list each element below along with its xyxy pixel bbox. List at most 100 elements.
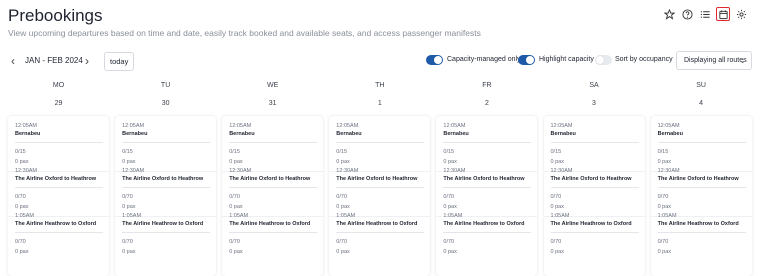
pax-count: 0 pax bbox=[122, 159, 136, 165]
departure-time: 12:30AM bbox=[550, 168, 573, 174]
prev-arrow-icon[interactable]: ‹ bbox=[8, 54, 18, 68]
departure-time: 12:05AM bbox=[229, 123, 252, 129]
departure-route: Bernabeu bbox=[443, 131, 469, 137]
entry-divider bbox=[229, 142, 318, 143]
seat-count: 0/15 bbox=[229, 149, 240, 155]
departure-time: 12:05AM bbox=[122, 123, 145, 129]
capacity-managed-toggle[interactable] bbox=[426, 55, 443, 65]
day-column: TH 1 12:05AM Bernabeu 0/15 0 pax 12:30AM The Ai… bbox=[329, 82, 431, 276]
departure-route: The Airline Oxford to Heathrow bbox=[15, 176, 97, 182]
next-arrow-icon[interactable]: › bbox=[82, 54, 92, 68]
departure-entry[interactable]: 12:30AM The Airline Oxford to Heathrow 0/7… bbox=[222, 168, 324, 217]
entry-divider bbox=[443, 142, 532, 143]
help-icon[interactable] bbox=[680, 7, 694, 21]
day-column: SA 3 12:05AM Bernabeu 0/15 0 pax 12:30AM The Ai… bbox=[543, 82, 645, 276]
pax-count: 0 pax bbox=[336, 249, 350, 255]
departure-route: The Airline Oxford to Heathrow bbox=[657, 176, 739, 182]
departure-route: The Airline Heathrow to Oxford bbox=[15, 221, 97, 227]
pax-count: 0 pax bbox=[229, 249, 243, 255]
entry-divider bbox=[550, 187, 639, 188]
seat-count: 0/70 bbox=[657, 239, 669, 245]
seat-count: 0/70 bbox=[443, 239, 455, 245]
entry-divider bbox=[15, 187, 103, 188]
departure-entry[interactable]: 12:30AM The Airline Oxford to Heathrow 0/7… bbox=[543, 168, 645, 217]
entry-divider bbox=[657, 187, 746, 188]
departure-entry[interactable]: 1:05AM The Airline Heathrow to Oxford 0/70… bbox=[336, 213, 425, 255]
entry-divider bbox=[550, 142, 639, 143]
day-column: TU 30 12:05AM Bernabeu 0/15 0 pax 12:30AM The A… bbox=[115, 82, 217, 276]
departure-entry[interactable]: 1:05AM The Airline Heathrow to Oxford 0/70… bbox=[15, 213, 103, 255]
pax-count: 0 pax bbox=[657, 204, 672, 210]
departure-time: 12:05AM bbox=[550, 123, 573, 129]
chevron-down-icon: ⌄ bbox=[739, 56, 746, 65]
departure-time: 1:05AM bbox=[657, 213, 677, 219]
departure-entry[interactable]: 12:05AM Bernabeu 0/15 0 pax bbox=[115, 123, 217, 172]
date-range-label: JAN - FEB 2024 bbox=[25, 56, 83, 65]
routes-select[interactable]: Displaying all routes ⌄ bbox=[676, 51, 752, 70]
day-column: FR 2 12:05AM Bernabeu 0/15 0 pax 12:30AM The Ai… bbox=[436, 82, 538, 276]
today-button[interactable]: today bbox=[104, 52, 135, 71]
pax-count: 0 pax bbox=[657, 159, 672, 165]
sort-by-occupancy-label: Sort by occupancy bbox=[615, 56, 673, 63]
pax-count: 0 pax bbox=[550, 159, 564, 165]
departure-route: Bernabeu bbox=[122, 131, 148, 137]
departure-entry[interactable]: 1:05AM The Airline Heathrow to Oxford 0/70… bbox=[657, 213, 746, 255]
departure-entry[interactable]: 12:05AM Bernabeu 0/15 0 pax bbox=[436, 123, 538, 172]
departure-time: 1:05AM bbox=[443, 213, 463, 219]
departure-entry[interactable]: 12:05AM Bernabeu 0/15 0 pax bbox=[543, 123, 645, 172]
gear-icon[interactable] bbox=[734, 7, 748, 21]
entry-divider bbox=[443, 187, 532, 188]
departure-entry[interactable]: 12:30AM The Airline Oxford to Heathrow 0/7… bbox=[436, 168, 538, 217]
capacity-managed-label: Capacity-managed only bbox=[447, 56, 521, 63]
entry-divider bbox=[122, 187, 211, 188]
departure-entry[interactable]: 12:05AM Bernabeu 0/15 0 pax bbox=[329, 123, 431, 172]
day-card: 12:05AM Bernabeu 0/15 0 pax 12:30AM The Airli… bbox=[650, 116, 752, 276]
departure-entry[interactable]: 1:05AM The Airline Heathrow to Oxford 0/70… bbox=[550, 213, 639, 255]
departure-route: The Airline Heathrow to Oxford bbox=[550, 221, 632, 227]
departure-entry[interactable]: 12:05AM Bernabeu 0/15 0 pax bbox=[8, 123, 109, 172]
seat-count: 0/70 bbox=[550, 194, 562, 200]
departure-entry[interactable]: 12:30AM The Airline Oxford to Heathrow 0/7… bbox=[115, 168, 217, 217]
entry-divider bbox=[657, 142, 746, 143]
departure-entry[interactable]: 12:30AM The Airline Oxford to Heathrow 0/7… bbox=[8, 168, 109, 217]
seat-count: 0/15 bbox=[122, 149, 133, 155]
departure-entry[interactable]: 1:05AM The Airline Heathrow to Oxford 0/70… bbox=[122, 213, 211, 255]
star-icon[interactable] bbox=[662, 7, 676, 21]
pax-count: 0 pax bbox=[229, 159, 243, 165]
seat-count: 0/70 bbox=[336, 239, 348, 245]
seat-count: 0/70 bbox=[657, 194, 669, 200]
entry-divider bbox=[122, 142, 211, 143]
sort-by-occupancy-toggle[interactable] bbox=[595, 55, 612, 65]
departure-time: 12:05AM bbox=[443, 123, 466, 129]
list-icon[interactable] bbox=[698, 7, 712, 21]
day-number-label: 29 bbox=[54, 100, 63, 107]
pax-count: 0 pax bbox=[229, 204, 243, 210]
day-column: MO 29 12:05AM Bernabeu 0/15 0 pax 12:30AM The A… bbox=[8, 82, 109, 276]
departure-entry[interactable]: 12:05AM Bernabeu 0/15 0 pax bbox=[222, 123, 324, 172]
calendar-icon[interactable] bbox=[716, 7, 730, 21]
seat-count: 0/15 bbox=[15, 149, 26, 155]
pax-count: 0 pax bbox=[443, 159, 457, 165]
day-of-week-label: FR bbox=[482, 82, 492, 89]
day-of-week-label: SU bbox=[696, 82, 706, 89]
page-subtitle: View upcoming departures based on time a… bbox=[8, 28, 481, 38]
day-column: WE 31 12:05AM Bernabeu 0/15 0 pax 12:30AM The A… bbox=[222, 82, 324, 276]
departure-entry[interactable]: 12:30AM The Airline Oxford to Heathrow 0/7… bbox=[650, 168, 752, 217]
departure-entry[interactable]: 1:05AM The Airline Heathrow to Oxford 0/70… bbox=[229, 213, 318, 255]
departure-route: The Airline Oxford to Heathrow bbox=[122, 176, 204, 182]
departure-time: 12:30AM bbox=[443, 168, 466, 174]
seat-count: 0/15 bbox=[657, 149, 669, 155]
highlight-capacity-toggle[interactable] bbox=[518, 55, 535, 65]
departure-route: The Airline Oxford to Heathrow bbox=[443, 176, 525, 182]
departure-entry[interactable]: 12:05AM Bernabeu 0/15 0 pax bbox=[650, 123, 752, 172]
day-card: 12:05AM Bernabeu 0/15 0 pax 12:30AM The Airli… bbox=[543, 116, 645, 276]
departure-time: 12:05AM bbox=[15, 123, 38, 129]
departure-route: The Airline Oxford to Heathrow bbox=[336, 176, 418, 182]
departure-time: 12:30AM bbox=[229, 168, 252, 174]
departure-route: Bernabeu bbox=[550, 131, 576, 137]
day-number-label: 2 bbox=[484, 100, 489, 107]
departure-entry[interactable]: 12:30AM The Airline Oxford to Heathrow 0/7… bbox=[329, 168, 431, 217]
departure-entry[interactable]: 1:05AM The Airline Heathrow to Oxford 0/70… bbox=[443, 213, 532, 255]
pax-count: 0 pax bbox=[336, 159, 350, 165]
routes-select-value: Displaying all routes bbox=[684, 57, 747, 64]
